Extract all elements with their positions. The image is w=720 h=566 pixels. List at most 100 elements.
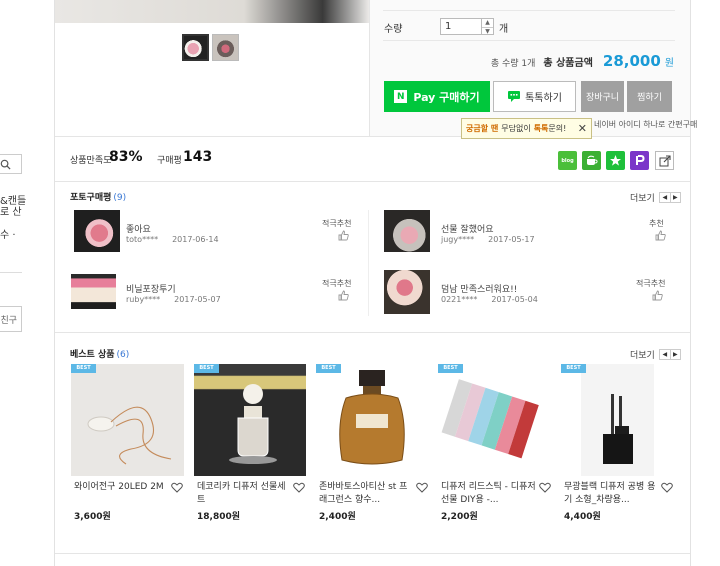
p-icon bbox=[636, 155, 645, 165]
search-icon bbox=[0, 159, 11, 170]
best-badge: BEST bbox=[71, 364, 96, 373]
best-more-label: 더보기 bbox=[630, 351, 655, 361]
thumbs-up-icon bbox=[652, 290, 663, 301]
npay-buy-label: Pay 구매하기 bbox=[413, 90, 480, 104]
photo-review-more[interactable]: 더보기 ◀ ▶ bbox=[630, 191, 681, 204]
review-meta-1: toto**** 2017-06-14 bbox=[126, 235, 233, 244]
tooltip-text-d: 문의! bbox=[548, 124, 567, 133]
naver-note: 네이버 아이디 하나로 간편구매 bbox=[594, 120, 698, 129]
review-title-3[interactable]: 비닐포장투기 bbox=[126, 282, 176, 295]
heart-icon[interactable] bbox=[171, 482, 183, 493]
product-image-5[interactable] bbox=[581, 364, 654, 476]
thumbs-up-icon bbox=[338, 230, 349, 241]
product-price-3: 2,400원 bbox=[319, 512, 356, 522]
product-name-2[interactable]: 데코리카 디퓨저 선물세트 bbox=[197, 481, 290, 507]
talk-bubble-icon bbox=[508, 91, 521, 102]
product-name-1[interactable]: 와이어전구 20LED 2M bbox=[74, 481, 169, 494]
review-count-label: 구매평 bbox=[157, 156, 182, 166]
product-price-4: 2,200원 bbox=[441, 512, 478, 522]
star-share-button[interactable] bbox=[606, 151, 625, 170]
thumbs-up-icon bbox=[338, 290, 349, 301]
review-photo-3[interactable] bbox=[71, 274, 116, 309]
p-share-button[interactable] bbox=[630, 151, 649, 170]
product-name-5[interactable]: 무광블랙 디퓨저 공병 용기 소형_차량용... bbox=[564, 481, 659, 507]
review-user-1: toto**** bbox=[126, 235, 159, 244]
review-title-4[interactable]: 덤남 만족스러워요!! bbox=[441, 282, 517, 295]
npay-logo-icon: N bbox=[394, 90, 408, 103]
product-name-3[interactable]: 존바바토스아티산 st 프래그런스 향수... bbox=[319, 481, 414, 507]
heart-icon[interactable] bbox=[661, 482, 673, 493]
quantity-input[interactable]: 1 bbox=[440, 18, 482, 35]
review-user-2: jugy**** bbox=[441, 235, 475, 244]
product-name-4[interactable]: 디퓨저 리드스틱 - 디퓨저 선물 DIY용 -... bbox=[441, 481, 536, 507]
photo-review-more-label: 더보기 bbox=[630, 194, 655, 204]
review-photo-4[interactable] bbox=[384, 270, 430, 314]
total-currency: 원 bbox=[664, 58, 674, 69]
best-title: 베스트 상품 (6) bbox=[70, 347, 129, 360]
review-rec-1: 적극추천 bbox=[322, 219, 352, 228]
quantity-divider bbox=[383, 40, 675, 41]
perfume-bottle-image bbox=[339, 370, 405, 465]
cart-button[interactable]: 장바구니 bbox=[581, 81, 624, 112]
review-date-3: 2017-05-07 bbox=[174, 295, 221, 304]
talktalk-tooltip: 궁금할 땐 무담없이 톡톡 문의! ✕ bbox=[461, 118, 592, 139]
frame-left-border bbox=[54, 0, 55, 566]
best-pager[interactable]: ◀ ▶ bbox=[658, 349, 681, 360]
review-title-1[interactable]: 좋아요 bbox=[126, 222, 151, 235]
section-divider-1 bbox=[55, 136, 690, 137]
review-rec-4: 적극추천 bbox=[636, 279, 666, 288]
review-meta-4: 0221**** 2017-05-04 bbox=[441, 295, 552, 304]
photo-review-pager[interactable]: ◀ ▶ bbox=[658, 192, 681, 203]
review-photo-1[interactable] bbox=[74, 210, 120, 252]
star-icon bbox=[610, 155, 621, 166]
review-meta-2: jugy**** 2017-05-17 bbox=[441, 235, 549, 244]
product-image-1[interactable] bbox=[71, 364, 184, 476]
close-icon[interactable]: ✕ bbox=[578, 122, 587, 135]
review-title-2[interactable]: 선물 잘했어요 bbox=[441, 222, 494, 235]
npay-buy-button[interactable]: N Pay 구매하기 bbox=[384, 81, 490, 112]
product-image-3[interactable] bbox=[316, 364, 428, 476]
best-more[interactable]: 더보기 ◀ ▶ bbox=[630, 348, 681, 361]
product-image-2[interactable] bbox=[194, 364, 306, 476]
prev-icon[interactable]: ◀ bbox=[660, 193, 670, 202]
next-icon[interactable]: ▶ bbox=[669, 193, 680, 202]
best-title-text: 베스트 상품 bbox=[70, 350, 115, 360]
left-search-button[interactable] bbox=[0, 154, 22, 174]
section-divider-2 bbox=[55, 181, 690, 182]
tooltip-text-a: 궁금할 땐 bbox=[466, 124, 499, 133]
product-price-1: 3,600원 bbox=[74, 512, 111, 522]
section-divider-4 bbox=[55, 553, 690, 554]
total-label: 총 상품금액 bbox=[543, 58, 593, 69]
best-badge: BEST bbox=[316, 364, 341, 373]
cafe-share-button[interactable] bbox=[582, 151, 601, 170]
quantity-down-icon[interactable]: ▼ bbox=[482, 27, 493, 35]
product-image-4[interactable] bbox=[438, 364, 551, 476]
prev-icon[interactable]: ◀ bbox=[660, 350, 670, 359]
review-date-1: 2017-06-14 bbox=[172, 235, 219, 244]
review-photo-2[interactable] bbox=[384, 210, 430, 252]
heart-icon[interactable] bbox=[416, 482, 428, 493]
wish-button[interactable]: 찜하기 bbox=[627, 81, 672, 112]
review-user-3: ruby**** bbox=[126, 295, 161, 304]
left-divider bbox=[0, 272, 22, 273]
blog-icon: blog bbox=[561, 157, 574, 164]
quantity-stepper[interactable]: ▲ ▼ bbox=[482, 18, 494, 35]
blog-share-button[interactable]: blog bbox=[558, 151, 577, 170]
product-thumbnail-2[interactable] bbox=[212, 34, 239, 61]
tooltip-text-c: 톡톡 bbox=[533, 124, 549, 133]
review-meta-3: ruby**** 2017-05-07 bbox=[126, 295, 235, 304]
left-friend-button[interactable]: 친구 bbox=[0, 306, 22, 332]
review-user-4: 0221**** bbox=[441, 295, 478, 304]
heart-icon[interactable] bbox=[539, 482, 551, 493]
frame-right-border bbox=[690, 0, 691, 566]
heart-icon[interactable] bbox=[293, 482, 305, 493]
review-column-divider bbox=[368, 210, 369, 316]
next-icon[interactable]: ▶ bbox=[669, 350, 680, 359]
talktalk-label: 톡톡하기 bbox=[525, 93, 562, 104]
thumbs-up-icon bbox=[655, 230, 666, 241]
review-rec-3: 적극추천 bbox=[322, 279, 352, 288]
quantity-up-icon[interactable]: ▲ bbox=[482, 19, 493, 27]
product-thumbnail-1[interactable] bbox=[182, 34, 209, 61]
share-button[interactable] bbox=[655, 151, 674, 170]
talktalk-button[interactable]: 톡톡하기 bbox=[493, 81, 576, 112]
